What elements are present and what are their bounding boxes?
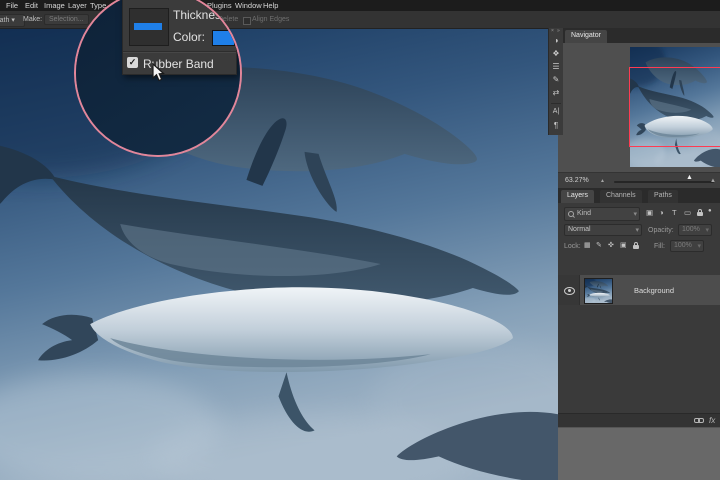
rubber-band-checkbox[interactable]: ✓ xyxy=(127,57,138,68)
dock-expand-icon[interactable]: » xyxy=(557,28,560,34)
search-icon-tail xyxy=(572,215,575,218)
layer-thumbnail[interactable] xyxy=(584,278,613,304)
lock-artboard-icon[interactable]: ▣ xyxy=(620,241,627,249)
properties-icon[interactable]: ☰ xyxy=(549,62,563,71)
popup-divider xyxy=(123,51,236,53)
zoom-out-icon[interactable]: ▲ xyxy=(600,178,605,184)
chevron-down-icon: ▾ xyxy=(635,227,639,234)
eye-icon[interactable] xyxy=(564,287,575,295)
styles-icon[interactable]: ❖ xyxy=(549,49,563,58)
thickness-label: Thickness xyxy=(173,8,228,22)
photoshop-window: File Edit Image Layer Type Plugins Windo… xyxy=(0,0,720,480)
layer-name: Background xyxy=(634,286,675,295)
path-preview-line xyxy=(134,23,162,30)
lock-label: Lock: xyxy=(564,243,581,250)
mouse-cursor-icon xyxy=(152,63,165,82)
tab-layers[interactable]: Layers xyxy=(561,190,595,203)
filter-kind-label: Kind xyxy=(577,210,592,217)
layers-panel-footer: fx xyxy=(558,413,720,428)
align-edges-checkbox[interactable] xyxy=(243,17,251,25)
layer-row-background[interactable]: Background xyxy=(558,275,720,305)
lock-position-icon[interactable]: ✜ xyxy=(608,241,614,249)
filter-adjustment-layers-icon[interactable]: ◑ xyxy=(659,208,664,217)
blend-mode-select[interactable]: Normal ▾ xyxy=(564,224,642,236)
filter-toggle-icon[interactable]: ● xyxy=(708,208,712,214)
color-label: Color: xyxy=(173,30,206,44)
tool-mode-select[interactable]: Path ▾ xyxy=(0,14,25,27)
navigator-panel xyxy=(558,43,720,172)
character-panel-icon[interactable]: A| xyxy=(549,108,563,115)
tab-navigator[interactable]: Navigator xyxy=(565,30,607,43)
lock-pixels-icon[interactable]: ✎ xyxy=(596,241,602,249)
chevron-down-icon: ▾ xyxy=(633,211,637,218)
zoom-slider-track[interactable] xyxy=(614,181,714,183)
align-edges-label: Align Edges xyxy=(252,16,290,23)
tab-channels[interactable]: Channels xyxy=(600,190,642,203)
chevron-down-icon: ▾ xyxy=(705,227,709,234)
paragraph-panel-icon[interactable]: ¶ xyxy=(549,121,563,130)
loupe-magnified-content: Thickness Color: D ✓ Rubber Band xyxy=(76,0,240,155)
adjustments-icon[interactable]: ◑ xyxy=(549,36,563,45)
navigator-tabbar: Navigator xyxy=(558,28,720,43)
zoom-percentage[interactable]: 63.27% xyxy=(565,177,589,184)
fill-label: Fill: xyxy=(654,243,665,250)
panel-dock-strip: × » ◑ ❖ ☰ ✎ ⇄ A| ¶ xyxy=(548,28,563,135)
filter-type-layers-icon[interactable]: T xyxy=(672,208,677,217)
dock-close-icon[interactable]: × xyxy=(551,28,554,34)
zoom-slider-thumb[interactable]: ▲ xyxy=(686,174,693,181)
empty-dock-area xyxy=(558,427,720,480)
dock-divider xyxy=(551,103,561,104)
opacity-label: Opacity: xyxy=(648,227,674,234)
path-color-swatch[interactable] xyxy=(212,30,235,46)
tutorial-magnifier-loupe: Thickness Color: D ✓ Rubber Band xyxy=(74,0,242,157)
brushes-icon[interactable]: ✎ xyxy=(549,75,563,84)
menu-help[interactable]: Help xyxy=(263,1,278,10)
navigator-view-box[interactable] xyxy=(629,67,720,147)
sync-icon[interactable]: ⇄ xyxy=(549,88,563,97)
tab-paths[interactable]: Paths xyxy=(648,190,678,203)
link-layers-icon[interactable] xyxy=(694,418,704,423)
chevron-down-icon: ▾ xyxy=(697,243,701,250)
navigator-zoom-row: 63.27% ▲ ▲ ▲ xyxy=(558,172,720,189)
layers-tabbar: Layers Channels Paths xyxy=(558,188,720,203)
chevron-down-icon: ▾ xyxy=(11,17,15,24)
layers-panel: Kind ▾ ▣ ◑ T ▭ ● Normal ▾ Opacity: 100% … xyxy=(558,203,720,480)
path-preview-box xyxy=(129,8,169,46)
layer-style-fx-icon[interactable]: fx xyxy=(709,416,715,425)
opacity-value[interactable]: 100% ▾ xyxy=(678,224,712,236)
lock-all-icon[interactable] xyxy=(633,242,639,249)
menu-file[interactable]: File xyxy=(6,1,18,10)
make-label: Make: xyxy=(23,16,43,23)
filter-shape-layers-icon[interactable]: ▭ xyxy=(684,208,691,217)
zoom-in-icon[interactable]: ▲ xyxy=(710,178,716,184)
pen-tool-options-popup: Thickness Color: D ✓ Rubber Band xyxy=(122,0,240,75)
layer-filter-select[interactable]: Kind ▾ xyxy=(564,207,640,221)
visibility-column xyxy=(558,275,580,305)
lock-transparency-icon[interactable]: ▦ xyxy=(584,241,591,249)
filter-smart-objects-icon[interactable] xyxy=(697,209,703,216)
filter-pixel-layers-icon[interactable]: ▣ xyxy=(646,208,653,217)
layer-thumbnail-image xyxy=(585,279,612,303)
menu-image[interactable]: Image xyxy=(44,1,65,10)
fill-value[interactable]: 100% ▾ xyxy=(670,240,704,252)
panel-dock: Navigator 63.27% ▲ ▲ ▲ Layers Channels P… xyxy=(558,28,720,480)
menu-edit[interactable]: Edit xyxy=(25,1,38,10)
